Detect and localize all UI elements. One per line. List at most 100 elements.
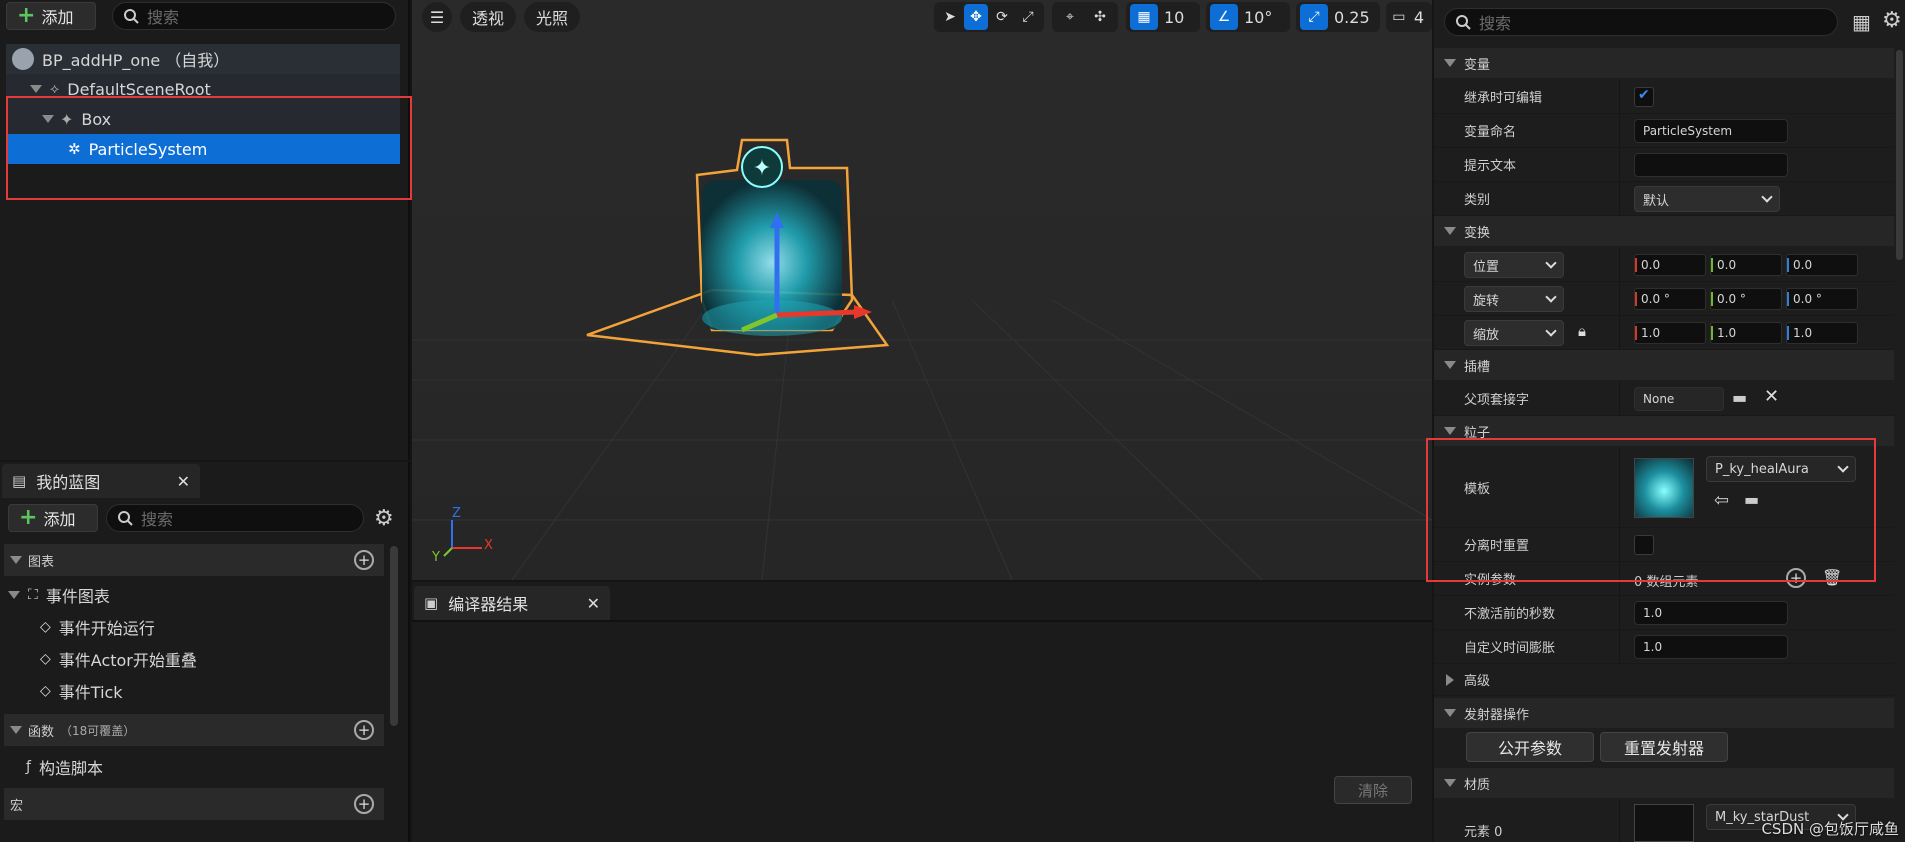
search-icon <box>118 511 133 526</box>
angle-snap-icon[interactable]: ∠ <box>1210 4 1238 30</box>
world-local-icon[interactable]: ⌖ <box>1056 4 1084 30</box>
surface-snap-icon[interactable]: ✣ <box>1086 4 1114 30</box>
actor-icon <box>12 48 34 70</box>
custom-time-dilation-field[interactable]: 1.0 <box>1634 635 1788 659</box>
add-graph-icon[interactable]: + <box>354 550 374 570</box>
rotation-z-field[interactable]: 0.0 ° <box>1786 288 1858 310</box>
macros-category-label: 宏 <box>10 798 24 814</box>
macros-category[interactable]: 宏 + <box>4 788 384 820</box>
components-search-input[interactable]: 搜索 <box>112 2 396 30</box>
divider <box>1619 800 1620 842</box>
section-emitter-actions[interactable]: 发射器操作 <box>1434 698 1894 728</box>
location-x-field[interactable]: 0.0 <box>1634 254 1706 276</box>
add-component-button[interactable]: + 添加 <box>6 2 96 30</box>
functions-category[interactable]: 函数 （18可覆盖） + <box>4 714 384 746</box>
close-icon[interactable]: ✕ <box>177 472 190 491</box>
scale-snap-icon[interactable]: ⤢ <box>1300 4 1328 30</box>
prop-label-secs-before-inactive: 不激活前的秒数 <box>1464 607 1556 622</box>
tooltip-field[interactable] <box>1634 153 1788 177</box>
tab-compiler-results[interactable]: ▣ 编译器结果 ✕ <box>414 586 610 620</box>
rotation-dropdown[interactable]: 旋转 <box>1464 286 1564 312</box>
camera-speed-group[interactable]: ▭ 4 <box>1386 2 1432 32</box>
clear-button[interactable]: 清除 <box>1334 776 1412 804</box>
lock-icon[interactable]: 🔒︎ <box>1578 322 1586 340</box>
graphs-category-label: 图表 <box>28 554 55 570</box>
category-dropdown[interactable]: 默认 <box>1634 186 1780 212</box>
expose-params-button[interactable]: 公开参数 <box>1466 732 1594 762</box>
details-panel: 搜索 ▦ ⚙ 变量 继承时可编辑 ✔ 变量命名 ParticleSystem 提… <box>1426 0 1905 842</box>
grid-snap-icon[interactable]: ▦ <box>1130 4 1158 30</box>
rotation-x-field[interactable]: 0.0 ° <box>1634 288 1706 310</box>
gear-icon[interactable]: ⚙ <box>1882 8 1902 33</box>
scale-snap-group[interactable]: ⤢ 0.25 <box>1296 2 1380 32</box>
variable-name-field[interactable]: ParticleSystem <box>1634 119 1788 143</box>
details-search-placeholder: 搜索 <box>1479 14 1512 33</box>
scale-x-field[interactable]: 1.0 <box>1634 322 1706 344</box>
add-blueprint-item-button[interactable]: + 添加 <box>8 504 98 532</box>
section-materials[interactable]: 材质 <box>1434 768 1894 798</box>
move-tool-icon[interactable]: ✥ <box>964 4 988 30</box>
scale-dropdown[interactable]: 缩放 <box>1464 320 1564 346</box>
location-z-field[interactable]: 0.0 <box>1786 254 1858 276</box>
collapse-arrow-icon <box>1444 709 1456 717</box>
advanced-row[interactable]: 高级 <box>1434 664 1894 696</box>
graphs-category[interactable]: 图表 + <box>4 544 384 576</box>
my-blueprint-panel: ▤ 我的蓝图 ✕ + 添加 搜索 ⚙ 图表 + ⛶ 事件图表 ◇ 事件开始运行 … <box>0 462 410 842</box>
camera-icon[interactable]: ▭ <box>1390 4 1408 30</box>
event-graph-item[interactable]: ⛶ 事件图表 <box>8 580 110 610</box>
grid-snap-value[interactable]: 10 <box>1160 8 1188 27</box>
editable-checkbox[interactable]: ✔ <box>1634 87 1654 107</box>
section-transform[interactable]: 变换 <box>1434 216 1894 246</box>
section-variable-label: 变量 <box>1464 57 1491 73</box>
gear-icon[interactable]: ⚙ <box>374 506 394 531</box>
details-search-input[interactable]: 搜索 <box>1444 8 1838 36</box>
camera-speed-value[interactable]: 4 <box>1410 8 1428 27</box>
rotation-snap-value[interactable]: 10° <box>1240 8 1276 27</box>
select-tool-icon[interactable]: ➤ <box>938 4 962 30</box>
view-mode-label: 透视 <box>471 9 504 28</box>
event-graph-label: 事件图表 <box>45 587 110 606</box>
secs-before-inactive-field[interactable]: 1.0 <box>1634 601 1788 625</box>
viewport[interactable]: ✦ X Z Y ☰ 透视 光照 ➤ ✥ ⟳ ⤢ ⌖ ✣ ▦ 10 ∠ 10° ⤢… <box>412 0 1432 580</box>
folder-search-icon[interactable]: ▬ <box>1732 388 1747 407</box>
grid-snap-group[interactable]: ▦ 10 <box>1126 2 1200 32</box>
location-y-field[interactable]: 0.0 <box>1710 254 1782 276</box>
viewport-menu-button[interactable]: ☰ <box>422 2 452 32</box>
scale-y-field[interactable]: 1.0 <box>1710 322 1782 344</box>
divider <box>412 620 1432 622</box>
add-macro-icon[interactable]: + <box>354 794 374 814</box>
rotation-snap-group[interactable]: ∠ 10° <box>1206 2 1290 32</box>
parent-socket-field[interactable]: None <box>1634 387 1724 411</box>
chevron-down-icon <box>1545 291 1557 303</box>
expand-arrow-icon[interactable] <box>30 85 42 93</box>
scale-snap-value[interactable]: 0.25 <box>1330 8 1374 27</box>
scale-tool-icon[interactable]: ⤢ <box>1016 4 1040 30</box>
section-variable[interactable]: 变量 <box>1434 48 1894 78</box>
rotate-tool-icon[interactable]: ⟳ <box>990 4 1014 30</box>
svg-text:✦: ✦ <box>753 156 771 181</box>
clear-icon[interactable]: ✕ <box>1764 386 1779 407</box>
function-icon: ƒ <box>26 759 31 775</box>
section-sockets[interactable]: 插槽 <box>1434 350 1894 380</box>
reset-emitter-button[interactable]: 重置发射器 <box>1600 732 1728 762</box>
lighting-button[interactable]: 光照 <box>524 2 580 32</box>
view-mode-button[interactable]: 透视 <box>460 2 516 32</box>
scrollbar[interactable] <box>390 546 398 726</box>
tree-item-self[interactable]: BP_addHP_one （自我） <box>6 44 400 74</box>
add-function-icon[interactable]: + <box>354 720 374 740</box>
tab-my-blueprint[interactable]: ▤ 我的蓝图 ✕ <box>2 464 200 498</box>
scrollbar[interactable] <box>1896 50 1903 260</box>
rotation-y-field[interactable]: 0.0 ° <box>1710 288 1782 310</box>
prop-row-parent-socket: 父项套接字 None ▬ ✕ <box>1434 382 1894 416</box>
location-dropdown[interactable]: 位置 <box>1464 252 1564 278</box>
scale-z-field[interactable]: 1.0 <box>1786 322 1858 344</box>
search-icon <box>124 9 139 24</box>
table-view-icon[interactable]: ▦ <box>1852 10 1871 34</box>
material-thumbnail[interactable] <box>1634 804 1694 842</box>
event-item-overlap[interactable]: ◇ 事件Actor开始重叠 <box>40 644 197 674</box>
construction-script-item[interactable]: ƒ 构造脚本 <box>26 752 103 782</box>
blueprint-search-input[interactable]: 搜索 <box>106 504 364 532</box>
event-item-tick[interactable]: ◇ 事件Tick <box>40 676 123 706</box>
event-item-beginplay[interactable]: ◇ 事件开始运行 <box>40 612 155 642</box>
close-icon[interactable]: ✕ <box>587 594 600 613</box>
